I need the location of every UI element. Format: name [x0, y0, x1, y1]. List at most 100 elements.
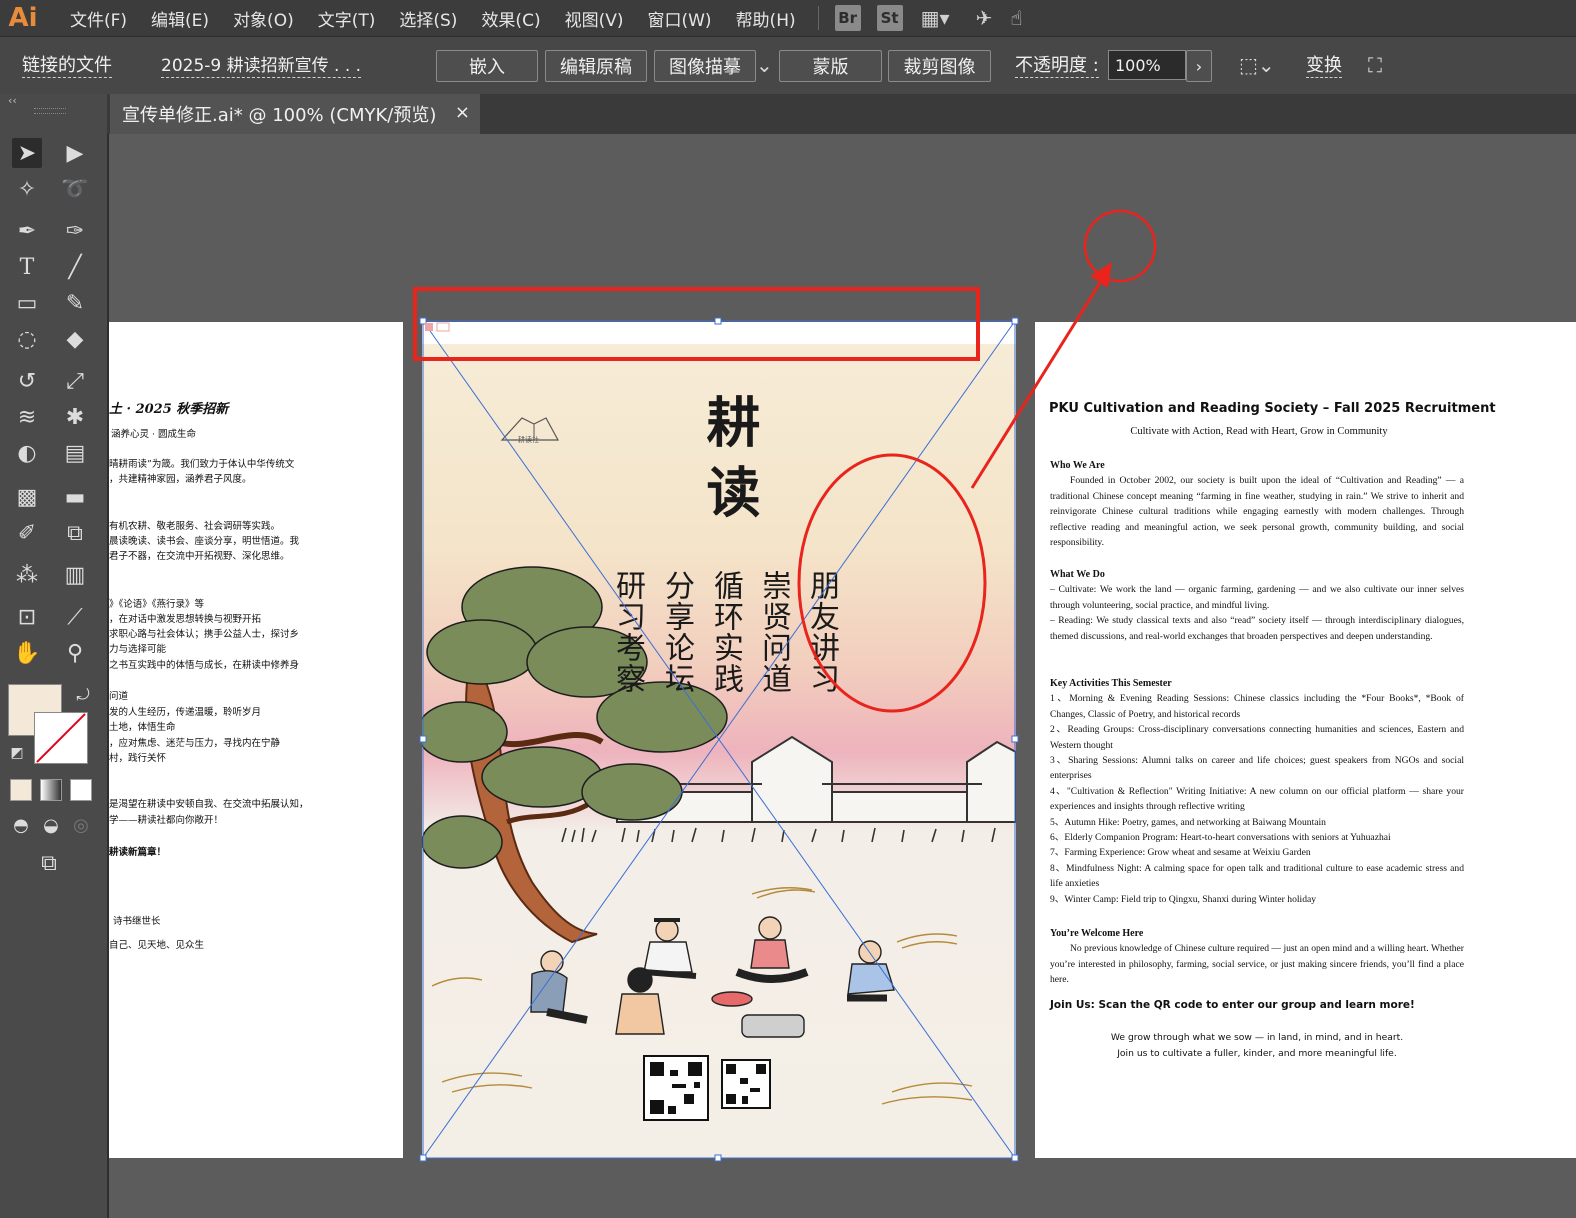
- close-tab-icon[interactable]: ×: [455, 102, 470, 123]
- stock-button[interactable]: St: [876, 5, 903, 31]
- draw-inside-icon[interactable]: ◎: [66, 810, 96, 840]
- scale-tool-icon[interactable]: ⤢: [60, 366, 90, 396]
- menu-effect[interactable]: 效果(C): [481, 6, 540, 31]
- left-doc-line: 君子不器，在交流中开拓视野、深化思维。: [109, 551, 290, 562]
- eraser-tool-icon[interactable]: ◆: [60, 324, 90, 354]
- color-mode-icon[interactable]: [10, 779, 32, 801]
- touch-workspace-icon[interactable]: ☝: [1010, 6, 1022, 30]
- menu-file[interactable]: 文件(F): [70, 6, 127, 31]
- hand-tool-icon[interactable]: ✋: [12, 638, 42, 668]
- left-doc-line: 之书互实践中的体悟与成长，在耕读中修养身: [109, 660, 300, 671]
- illustrator-logo: Ai: [8, 3, 38, 33]
- embed-button[interactable]: 嵌入: [436, 50, 538, 82]
- gradient-tool-icon[interactable]: ▬: [60, 482, 90, 512]
- lasso-tool-icon[interactable]: ➰: [60, 174, 90, 204]
- warp-tool-icon[interactable]: ≋: [12, 402, 42, 432]
- activity-item: 3、Sharing Sessions: Alumni talks on care…: [1050, 755, 1464, 782]
- canvas-area[interactable]: 土 · 2025 秋季招新 涵养心灵 · 圆成生命 晴耕雨读”为箴。我们致力于体…: [109, 134, 1576, 1218]
- closing-line: We grow through what we sow — in land, i…: [1110, 1032, 1404, 1043]
- mesh-tool-icon[interactable]: ▩: [12, 482, 42, 512]
- gradient-mode-icon[interactable]: [40, 779, 62, 801]
- pen-tool-icon[interactable]: ✒: [12, 216, 42, 246]
- bridge-button[interactable]: Br: [834, 5, 861, 31]
- align-to-selection-icon[interactable]: ⬚⌄: [1239, 53, 1275, 77]
- figure-hat: [643, 918, 697, 979]
- puppet-warp-tool-icon[interactable]: ✱: [60, 402, 90, 432]
- swap-fill-stroke-icon[interactable]: ⤾: [68, 680, 98, 710]
- document-tab[interactable]: 宣传单修正.ai* @ 100% (CMYK/预览) ×: [110, 94, 480, 134]
- panel-grip-icon[interactable]: [34, 108, 66, 114]
- left-doc-line: 诗书继世长: [113, 916, 161, 927]
- poster-artboard[interactable]: 耕读 朋友讲习 崇贤问道 循环实践 分享论坛 研习考察 耕读社: [422, 322, 1016, 1158]
- menu-object[interactable]: 对象(O): [233, 6, 294, 31]
- direct-selection-tool-icon[interactable]: ▶: [60, 138, 90, 168]
- left-doc-line: 》《论语》《燕行录》等: [109, 599, 205, 610]
- opacity-arrow-button[interactable]: ›: [1186, 50, 1212, 82]
- none-mode-icon[interactable]: [70, 779, 92, 801]
- control-bar: 链接的文件 2025-9 耕读招新宣传 . . . 嵌入 编辑原稿 图像描摹 ⌄…: [0, 36, 1576, 96]
- slice-tool-icon[interactable]: ⟋: [60, 602, 90, 632]
- eyedropper-tool-icon[interactable]: ✐: [12, 518, 42, 548]
- image-trace-dropdown-icon[interactable]: ⌄: [756, 53, 773, 77]
- zoom-tool-icon[interactable]: ⚲: [60, 638, 90, 668]
- opacity-input[interactable]: 100%: [1108, 50, 1186, 80]
- menu-help[interactable]: 帮助(H): [736, 6, 796, 31]
- image-trace-button[interactable]: 图像描摹: [654, 50, 756, 82]
- line-tool-icon[interactable]: ╱: [60, 252, 90, 282]
- shape-builder-tool-icon[interactable]: ◐: [12, 438, 42, 468]
- poster-column: 研习考察: [610, 570, 645, 694]
- menu-edit[interactable]: 编辑(E): [151, 6, 209, 31]
- join-us-text: Join Us: Scan the QR code to enter our g…: [1050, 999, 1415, 1011]
- collapse-panel-icon[interactable]: ‹‹: [8, 94, 17, 107]
- stroke-color-swatch[interactable]: [34, 712, 88, 764]
- gpu-performance-icon[interactable]: ✈: [976, 6, 993, 30]
- transform-link[interactable]: 变换: [1306, 55, 1342, 78]
- left-doc-line: ，共建精神家园，涵养君子风度。: [109, 474, 252, 485]
- workspace-layout-icon[interactable]: ▦▾: [921, 6, 950, 30]
- key-activities-section: Key Activities This Semester 1、Morning &…: [1050, 672, 1464, 907]
- selection-tool-icon[interactable]: ➤: [12, 138, 42, 168]
- left-artboard[interactable]: 土 · 2025 秋季招新 涵养心灵 · 圆成生命 晴耕雨读”为箴。我们致力于体…: [109, 322, 403, 1158]
- menu-type[interactable]: 文字(T): [318, 6, 376, 31]
- symbol-sprayer-tool-icon[interactable]: ⁂: [12, 560, 42, 590]
- menu-window[interactable]: 窗口(W): [647, 6, 711, 31]
- artboard-tool-icon[interactable]: ⊡: [12, 602, 42, 632]
- english-subtitle: Cultivate with Action, Read with Heart, …: [1130, 426, 1388, 437]
- left-doc-line: 晴耕雨读”为箴。我们致力于体认中华传统文: [109, 459, 295, 470]
- section-body: – Cultivate: We work the land — organic …: [1050, 584, 1464, 611]
- linked-file-link[interactable]: 链接的文件: [22, 55, 112, 78]
- draw-behind-icon[interactable]: ◒: [36, 810, 66, 840]
- curvature-tool-icon[interactable]: ✑: [60, 216, 90, 246]
- default-fill-stroke-icon[interactable]: ◩: [2, 738, 32, 768]
- isolate-object-icon[interactable]: ⛶: [1368, 53, 1382, 77]
- column-graph-tool-icon[interactable]: ▥: [60, 560, 90, 590]
- rectangle-tool-icon[interactable]: ▭: [12, 288, 42, 318]
- rotate-tool-icon[interactable]: ↺: [12, 366, 42, 396]
- left-doc-line: 涵养心灵 · 圆成生命: [111, 429, 197, 440]
- welcome-section: You’re Welcome Here No previous knowledg…: [1050, 922, 1464, 988]
- opacity-label[interactable]: 不透明度 :: [1015, 55, 1099, 78]
- mask-button[interactable]: 蒙版: [779, 50, 882, 82]
- section-body: Founded in October 2002, our society is …: [1050, 475, 1464, 549]
- edit-original-button[interactable]: 编辑原稿: [545, 50, 647, 82]
- menu-view[interactable]: 视图(V): [565, 6, 624, 31]
- screen-mode-icon[interactable]: ⧉: [34, 848, 64, 878]
- section-body: No previous knowledge of Chinese culture…: [1050, 943, 1464, 986]
- grass-strokes: [561, 827, 996, 843]
- type-tool-icon[interactable]: T: [12, 252, 42, 282]
- draw-normal-icon[interactable]: ◓: [6, 810, 36, 840]
- poster-column: 崇贤问道: [756, 570, 791, 694]
- section-heading: You’re Welcome Here: [1050, 928, 1144, 939]
- menu-select[interactable]: 选择(S): [399, 6, 457, 31]
- left-doc-line: 问道: [109, 691, 129, 702]
- blend-tool-icon[interactable]: ⧉: [60, 518, 90, 548]
- figure-gray: [530, 950, 588, 1024]
- magic-wand-tool-icon[interactable]: ✧: [12, 174, 42, 204]
- activity-item: 4、"Cultivation & Reflection" Writing Ini…: [1050, 785, 1464, 813]
- perspective-grid-tool-icon[interactable]: ▤: [60, 438, 90, 468]
- crop-image-button[interactable]: 裁剪图像: [888, 50, 991, 82]
- paintbrush-tool-icon[interactable]: ✎: [60, 288, 90, 318]
- right-artboard[interactable]: PKU Cultivation and Reading Society – Fa…: [1035, 322, 1576, 1158]
- linked-file-name[interactable]: 2025-9 耕读招新宣传 . . .: [161, 55, 362, 78]
- shaper-tool-icon[interactable]: ◌: [12, 324, 42, 354]
